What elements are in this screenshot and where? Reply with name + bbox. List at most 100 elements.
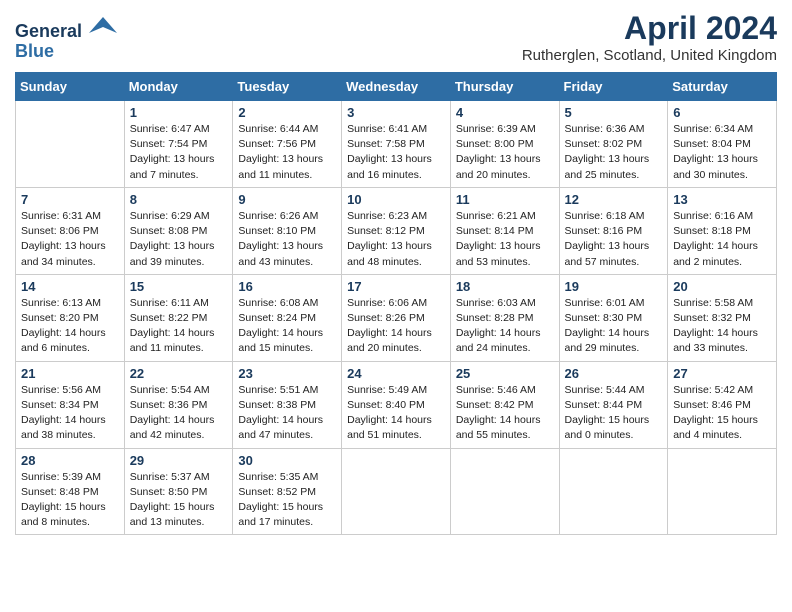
- day-info: Sunrise: 6:06 AM Sunset: 8:26 PM Dayligh…: [347, 296, 445, 357]
- calendar-cell: 26 Sunrise: 5:44 AM Sunset: 8:44 PM Dayli…: [559, 361, 668, 448]
- day-number: 2: [238, 105, 336, 120]
- day-number: 23: [238, 366, 336, 381]
- day-info: Sunrise: 6:29 AM Sunset: 8:08 PM Dayligh…: [130, 209, 228, 270]
- day-number: 11: [456, 192, 554, 207]
- day-info: Sunrise: 6:26 AM Sunset: 8:10 PM Dayligh…: [238, 209, 336, 270]
- day-info: Sunrise: 6:34 AM Sunset: 8:04 PM Dayligh…: [673, 122, 771, 183]
- day-number: 17: [347, 279, 445, 294]
- day-info: Sunrise: 6:41 AM Sunset: 7:58 PM Dayligh…: [347, 122, 445, 183]
- calendar-cell: 22 Sunrise: 5:54 AM Sunset: 8:36 PM Dayli…: [124, 361, 233, 448]
- day-info: Sunrise: 6:03 AM Sunset: 8:28 PM Dayligh…: [456, 296, 554, 357]
- day-info: Sunrise: 6:47 AM Sunset: 7:54 PM Dayligh…: [130, 122, 228, 183]
- day-info: Sunrise: 5:46 AM Sunset: 8:42 PM Dayligh…: [456, 383, 554, 444]
- day-number: 18: [456, 279, 554, 294]
- day-number: 4: [456, 105, 554, 120]
- day-number: 9: [238, 192, 336, 207]
- day-number: 16: [238, 279, 336, 294]
- day-info: Sunrise: 6:21 AM Sunset: 8:14 PM Dayligh…: [456, 209, 554, 270]
- calendar-cell: 10 Sunrise: 6:23 AM Sunset: 8:12 PM Dayli…: [342, 187, 451, 274]
- day-number: 22: [130, 366, 228, 381]
- day-number: 27: [673, 366, 771, 381]
- day-number: 5: [565, 105, 663, 120]
- day-info: Sunrise: 6:08 AM Sunset: 8:24 PM Dayligh…: [238, 296, 336, 357]
- weekday-header-row: SundayMondayTuesdayWednesdayThursdayFrid…: [16, 73, 777, 101]
- calendar-cell: 24Sunrise: 5:49 AM Sunset: 8:40 PM Dayli…: [342, 361, 451, 448]
- month-year-title: April 2024: [522, 10, 777, 47]
- calendar-cell: [668, 448, 777, 535]
- page-header: General Blue April 2024 Rutherglen, Scot…: [15, 10, 777, 64]
- day-info: Sunrise: 6:23 AM Sunset: 8:12 PM Dayligh…: [347, 209, 445, 270]
- calendar-cell: 21 Sunrise: 5:56 AM Sunset: 8:34 PM Dayli…: [16, 361, 125, 448]
- calendar-cell: 17 Sunrise: 6:06 AM Sunset: 8:26 PM Dayli…: [342, 274, 451, 361]
- day-info: Sunrise: 5:56 AM Sunset: 8:34 PM Dayligh…: [21, 383, 119, 444]
- calendar-cell: 9 Sunrise: 6:26 AM Sunset: 8:10 PM Daylig…: [233, 187, 342, 274]
- day-number: 26: [565, 366, 663, 381]
- weekday-header-wednesday: Wednesday: [342, 73, 451, 101]
- day-number: 28: [21, 453, 119, 468]
- day-info: Sunrise: 6:13 AM Sunset: 8:20 PM Dayligh…: [21, 296, 119, 357]
- calendar-cell: 25 Sunrise: 5:46 AM Sunset: 8:42 PM Dayli…: [450, 361, 559, 448]
- weekday-header-sunday: Sunday: [16, 73, 125, 101]
- day-number: 1: [130, 105, 228, 120]
- day-info: Sunrise: 5:39 AM Sunset: 8:48 PM Dayligh…: [21, 470, 119, 531]
- calendar-cell: 7Sunrise: 6:31 AM Sunset: 8:06 PM Daylig…: [16, 187, 125, 274]
- calendar-cell: 18 Sunrise: 6:03 AM Sunset: 8:28 PM Dayli…: [450, 274, 559, 361]
- logo: General Blue: [15, 15, 117, 62]
- day-number: 8: [130, 192, 228, 207]
- day-number: 21: [21, 366, 119, 381]
- calendar-table: SundayMondayTuesdayWednesdayThursdayFrid…: [15, 72, 777, 535]
- logo-line2: Blue: [15, 42, 117, 62]
- day-info: Sunrise: 5:35 AM Sunset: 8:52 PM Dayligh…: [238, 470, 336, 531]
- day-info: Sunrise: 5:51 AM Sunset: 8:38 PM Dayligh…: [238, 383, 336, 444]
- calendar-cell: 15Sunrise: 6:11 AM Sunset: 8:22 PM Dayli…: [124, 274, 233, 361]
- calendar-cell: 5 Sunrise: 6:36 AM Sunset: 8:02 PM Daylig…: [559, 101, 668, 188]
- day-info: Sunrise: 6:16 AM Sunset: 8:18 PM Dayligh…: [673, 209, 771, 270]
- calendar-cell: [559, 448, 668, 535]
- logo-bird-icon: [89, 15, 117, 37]
- calendar-cell: [450, 448, 559, 535]
- calendar-cell: 23 Sunrise: 5:51 AM Sunset: 8:38 PM Dayli…: [233, 361, 342, 448]
- calendar-week-row: 21 Sunrise: 5:56 AM Sunset: 8:34 PM Dayli…: [16, 361, 777, 448]
- day-info: Sunrise: 5:58 AM Sunset: 8:32 PM Dayligh…: [673, 296, 771, 357]
- calendar-week-row: 14Sunrise: 6:13 AM Sunset: 8:20 PM Dayli…: [16, 274, 777, 361]
- calendar-cell: 3 Sunrise: 6:41 AM Sunset: 7:58 PM Daylig…: [342, 101, 451, 188]
- day-info: Sunrise: 6:39 AM Sunset: 8:00 PM Dayligh…: [456, 122, 554, 183]
- calendar-cell: 30 Sunrise: 5:35 AM Sunset: 8:52 PM Dayli…: [233, 448, 342, 535]
- calendar-cell: 19 Sunrise: 6:01 AM Sunset: 8:30 PM Dayli…: [559, 274, 668, 361]
- calendar-cell: 4 Sunrise: 6:39 AM Sunset: 8:00 PM Daylig…: [450, 101, 559, 188]
- day-number: 6: [673, 105, 771, 120]
- calendar-cell: [342, 448, 451, 535]
- day-info: Sunrise: 6:36 AM Sunset: 8:02 PM Dayligh…: [565, 122, 663, 183]
- calendar-cell: 8 Sunrise: 6:29 AM Sunset: 8:08 PM Daylig…: [124, 187, 233, 274]
- day-info: Sunrise: 5:44 AM Sunset: 8:44 PM Dayligh…: [565, 383, 663, 444]
- title-block: April 2024 Rutherglen, Scotland, United …: [522, 10, 777, 64]
- weekday-header-thursday: Thursday: [450, 73, 559, 101]
- day-info: Sunrise: 6:44 AM Sunset: 7:56 PM Dayligh…: [238, 122, 336, 183]
- day-info: Sunrise: 6:31 AM Sunset: 8:06 PM Dayligh…: [21, 209, 119, 270]
- day-info: Sunrise: 6:18 AM Sunset: 8:16 PM Dayligh…: [565, 209, 663, 270]
- day-number: 3: [347, 105, 445, 120]
- calendar-week-row: 7Sunrise: 6:31 AM Sunset: 8:06 PM Daylig…: [16, 187, 777, 274]
- day-number: 30: [238, 453, 336, 468]
- calendar-week-row: 1 Sunrise: 6:47 AM Sunset: 7:54 PM Daylig…: [16, 101, 777, 188]
- location-subtitle: Rutherglen, Scotland, United Kingdom: [522, 47, 777, 64]
- day-number: 10: [347, 192, 445, 207]
- day-info: Sunrise: 5:54 AM Sunset: 8:36 PM Dayligh…: [130, 383, 228, 444]
- calendar-cell: 29Sunrise: 5:37 AM Sunset: 8:50 PM Dayli…: [124, 448, 233, 535]
- calendar-week-row: 28 Sunrise: 5:39 AM Sunset: 8:48 PM Dayli…: [16, 448, 777, 535]
- day-info: Sunrise: 5:42 AM Sunset: 8:46 PM Dayligh…: [673, 383, 771, 444]
- calendar-cell: 14Sunrise: 6:13 AM Sunset: 8:20 PM Dayli…: [16, 274, 125, 361]
- calendar-cell: 27 Sunrise: 5:42 AM Sunset: 8:46 PM Dayli…: [668, 361, 777, 448]
- day-number: 19: [565, 279, 663, 294]
- day-number: 29: [130, 453, 228, 468]
- calendar-cell: 16 Sunrise: 6:08 AM Sunset: 8:24 PM Dayli…: [233, 274, 342, 361]
- calendar-cell: 12Sunrise: 6:18 AM Sunset: 8:16 PM Dayli…: [559, 187, 668, 274]
- day-number: 13: [673, 192, 771, 207]
- weekday-header-saturday: Saturday: [668, 73, 777, 101]
- day-info: Sunrise: 6:01 AM Sunset: 8:30 PM Dayligh…: [565, 296, 663, 357]
- day-number: 25: [456, 366, 554, 381]
- weekday-header-monday: Monday: [124, 73, 233, 101]
- day-number: 24: [347, 366, 445, 381]
- weekday-header-tuesday: Tuesday: [233, 73, 342, 101]
- calendar-cell: 6 Sunrise: 6:34 AM Sunset: 8:04 PM Daylig…: [668, 101, 777, 188]
